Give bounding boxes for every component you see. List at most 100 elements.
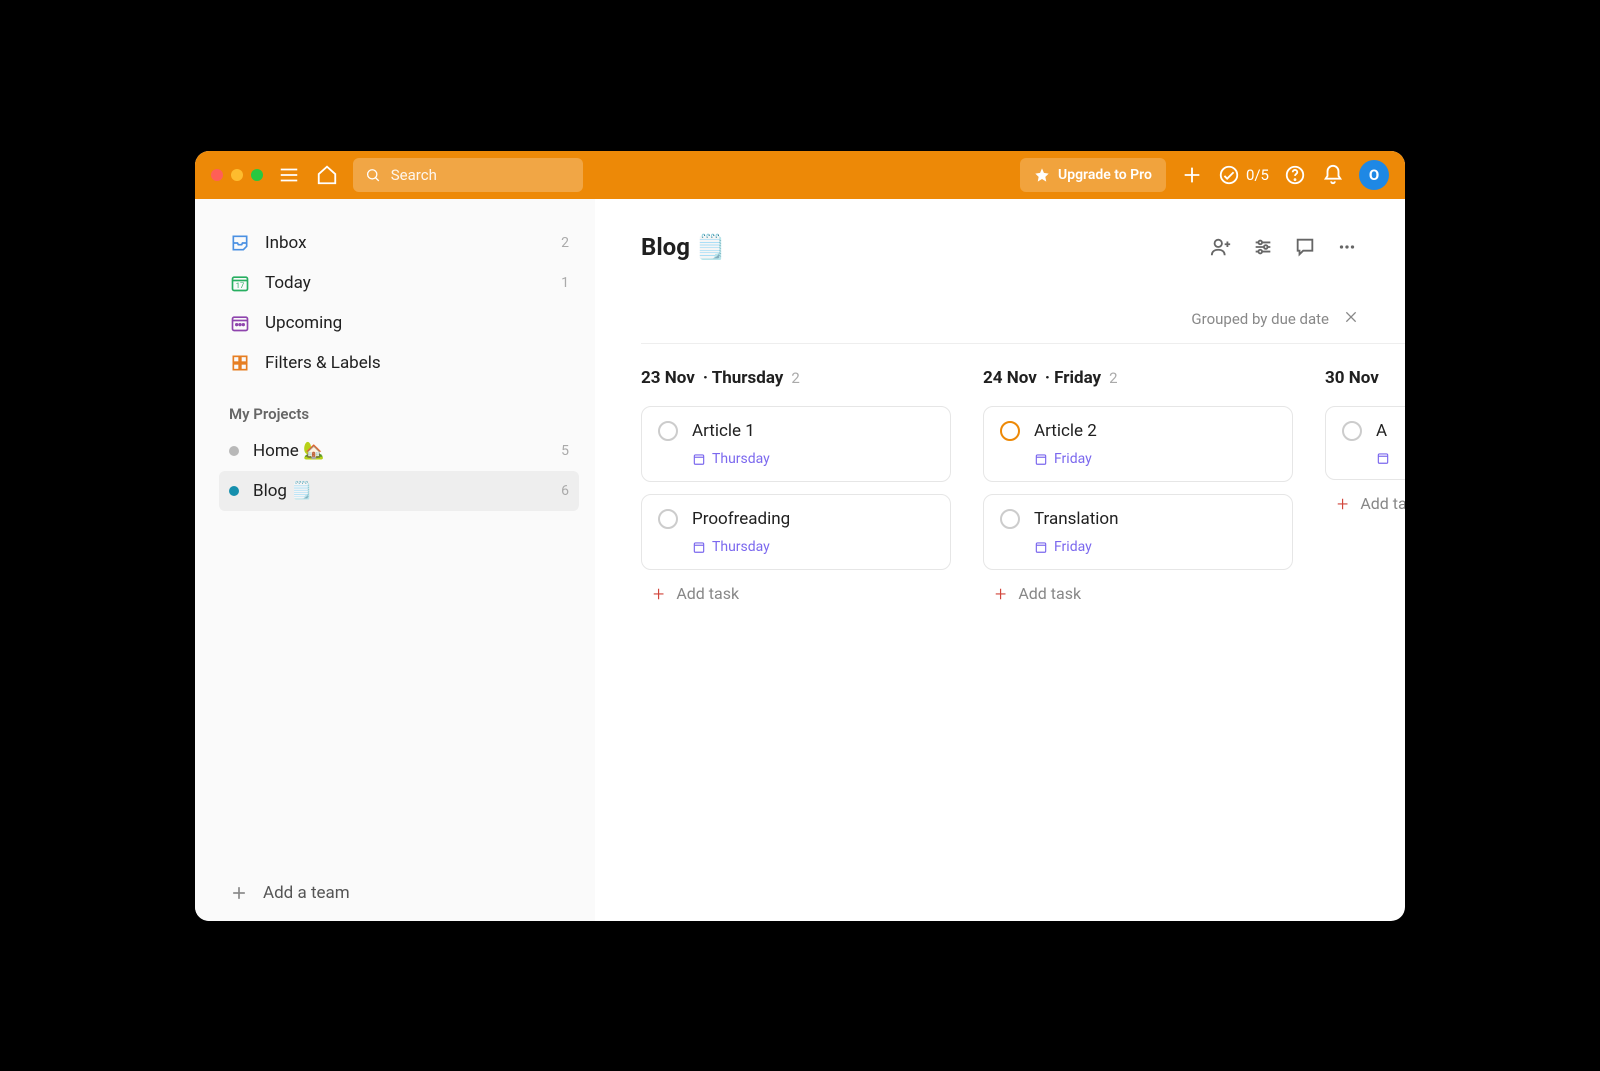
task-card[interactable]: Article 2 Friday bbox=[983, 406, 1293, 482]
column-date: 24 Nov bbox=[983, 368, 1037, 388]
add-icon[interactable] bbox=[1180, 163, 1204, 187]
search-icon bbox=[365, 166, 381, 184]
productivity-icon bbox=[1218, 164, 1240, 186]
column-24-nov: 24 Nov · Friday 2 Article 2 Friday bbox=[983, 368, 1293, 606]
main-actions bbox=[1209, 235, 1359, 259]
task-title: Translation bbox=[1034, 509, 1119, 529]
close-icon[interactable] bbox=[1343, 309, 1359, 329]
task-due: Thursday bbox=[692, 539, 934, 555]
share-icon[interactable] bbox=[1209, 235, 1233, 259]
nav-label: Upcoming bbox=[265, 313, 342, 333]
upgrade-label: Upgrade to Pro bbox=[1058, 167, 1152, 183]
nav-count: 2 bbox=[561, 235, 569, 251]
app-body: Inbox 2 17 Today 1 Upcoming Filters & La… bbox=[195, 199, 1405, 921]
app-window: Upgrade to Pro 0/5 O Inbox 2 17 bbox=[195, 151, 1405, 921]
page-title: Blog 🗒️ bbox=[641, 233, 726, 261]
task-title: Article 2 bbox=[1034, 421, 1097, 441]
settings-icon[interactable] bbox=[1251, 235, 1275, 259]
project-color-dot bbox=[229, 486, 239, 496]
upgrade-button[interactable]: Upgrade to Pro bbox=[1020, 158, 1166, 192]
add-task-label: Add task bbox=[1360, 494, 1405, 513]
star-icon bbox=[1034, 167, 1050, 183]
project-home[interactable]: Home 🏡 5 bbox=[219, 431, 579, 471]
projects-heading[interactable]: My Projects bbox=[229, 405, 579, 423]
calendar-icon bbox=[1034, 452, 1048, 466]
sidebar-item-inbox[interactable]: Inbox 2 bbox=[219, 223, 579, 263]
inbox-icon bbox=[229, 232, 251, 254]
svg-text:17: 17 bbox=[236, 281, 244, 290]
search-box[interactable] bbox=[353, 158, 583, 192]
close-window-button[interactable] bbox=[211, 169, 223, 181]
task-title: Article 1 bbox=[692, 421, 755, 441]
nav-label: Filters & Labels bbox=[265, 353, 381, 373]
task-checkbox[interactable] bbox=[1000, 421, 1020, 441]
board-scroll[interactable]: 23 Nov · Thursday 2 Article 1 Thurs bbox=[595, 343, 1405, 921]
column-count: 2 bbox=[1109, 369, 1117, 387]
sidebar-item-upcoming[interactable]: Upcoming bbox=[219, 303, 579, 343]
maximize-window-button[interactable] bbox=[251, 169, 263, 181]
home-icon[interactable] bbox=[315, 163, 339, 187]
project-count: 5 bbox=[561, 443, 569, 459]
project-count: 6 bbox=[561, 483, 569, 499]
task-card[interactable]: Article 1 Thursday bbox=[641, 406, 951, 482]
column-date: 30 Nov bbox=[1325, 368, 1379, 388]
calendar-icon bbox=[692, 540, 706, 554]
task-checkbox[interactable] bbox=[1000, 509, 1020, 529]
plus-icon: + bbox=[995, 582, 1006, 606]
add-team-button[interactable]: Add a team bbox=[219, 869, 579, 909]
nav-label: Inbox bbox=[265, 233, 307, 253]
search-input[interactable] bbox=[391, 166, 571, 184]
add-team-label: Add a team bbox=[263, 883, 350, 903]
productivity-button[interactable]: 0/5 bbox=[1218, 163, 1269, 187]
sidebar: Inbox 2 17 Today 1 Upcoming Filters & La… bbox=[195, 199, 595, 921]
toolbar: Upgrade to Pro 0/5 O bbox=[195, 151, 1405, 199]
column-header[interactable]: 23 Nov · Thursday 2 bbox=[641, 368, 951, 388]
task-card[interactable]: Translation Friday bbox=[983, 494, 1293, 570]
group-label[interactable]: Grouped by due date bbox=[1191, 310, 1329, 328]
add-task-button[interactable]: + Add task bbox=[641, 582, 951, 606]
task-title: Proofreading bbox=[692, 509, 790, 529]
window-controls bbox=[211, 169, 263, 181]
menu-icon[interactable] bbox=[277, 163, 301, 187]
column-header[interactable]: 24 Nov · Friday 2 bbox=[983, 368, 1293, 388]
plus-icon: + bbox=[653, 582, 664, 606]
project-blog[interactable]: Blog 🗒️ 6 bbox=[219, 471, 579, 511]
task-due bbox=[1376, 451, 1405, 465]
task-checkbox[interactable] bbox=[658, 509, 678, 529]
column-day: · Friday bbox=[1045, 368, 1101, 388]
project-color-dot bbox=[229, 446, 239, 456]
task-card[interactable]: Proofreading Thursday bbox=[641, 494, 951, 570]
calendar-icon bbox=[1376, 451, 1390, 465]
task-card[interactable]: A bbox=[1325, 406, 1405, 480]
help-icon[interactable] bbox=[1283, 163, 1307, 187]
add-task-button[interactable]: + Add task bbox=[983, 582, 1293, 606]
task-due: Friday bbox=[1034, 539, 1276, 555]
sidebar-item-today[interactable]: 17 Today 1 bbox=[219, 263, 579, 303]
calendar-icon bbox=[1034, 540, 1048, 554]
add-task-button[interactable]: + Add task bbox=[1325, 492, 1405, 516]
project-label: Blog 🗒️ bbox=[253, 481, 312, 501]
bell-icon[interactable] bbox=[1321, 163, 1345, 187]
column-count: 2 bbox=[791, 369, 799, 387]
add-task-label: Add task bbox=[676, 584, 739, 603]
nav-count: 1 bbox=[561, 275, 569, 291]
task-due: Friday bbox=[1034, 451, 1276, 467]
column-header[interactable]: 30 Nov bbox=[1325, 368, 1405, 388]
minimize-window-button[interactable] bbox=[231, 169, 243, 181]
more-icon[interactable] bbox=[1335, 235, 1359, 259]
main-header: Blog 🗒️ bbox=[595, 233, 1405, 261]
column-day: · Thursday bbox=[703, 368, 784, 388]
today-icon: 17 bbox=[229, 272, 251, 294]
column-23-nov: 23 Nov · Thursday 2 Article 1 Thurs bbox=[641, 368, 951, 606]
project-label: Home 🏡 bbox=[253, 441, 324, 461]
column-30-nov: 30 Nov A + bbox=[1325, 368, 1405, 606]
avatar[interactable]: O bbox=[1359, 160, 1389, 190]
comment-icon[interactable] bbox=[1293, 235, 1317, 259]
board: 23 Nov · Thursday 2 Article 1 Thurs bbox=[641, 343, 1405, 606]
task-checkbox[interactable] bbox=[658, 421, 678, 441]
group-bar: Grouped by due date bbox=[595, 261, 1405, 343]
sidebar-item-filters[interactable]: Filters & Labels bbox=[219, 343, 579, 383]
task-checkbox[interactable] bbox=[1342, 421, 1362, 441]
productivity-counter: 0/5 bbox=[1246, 166, 1269, 184]
task-title: A bbox=[1376, 421, 1387, 441]
